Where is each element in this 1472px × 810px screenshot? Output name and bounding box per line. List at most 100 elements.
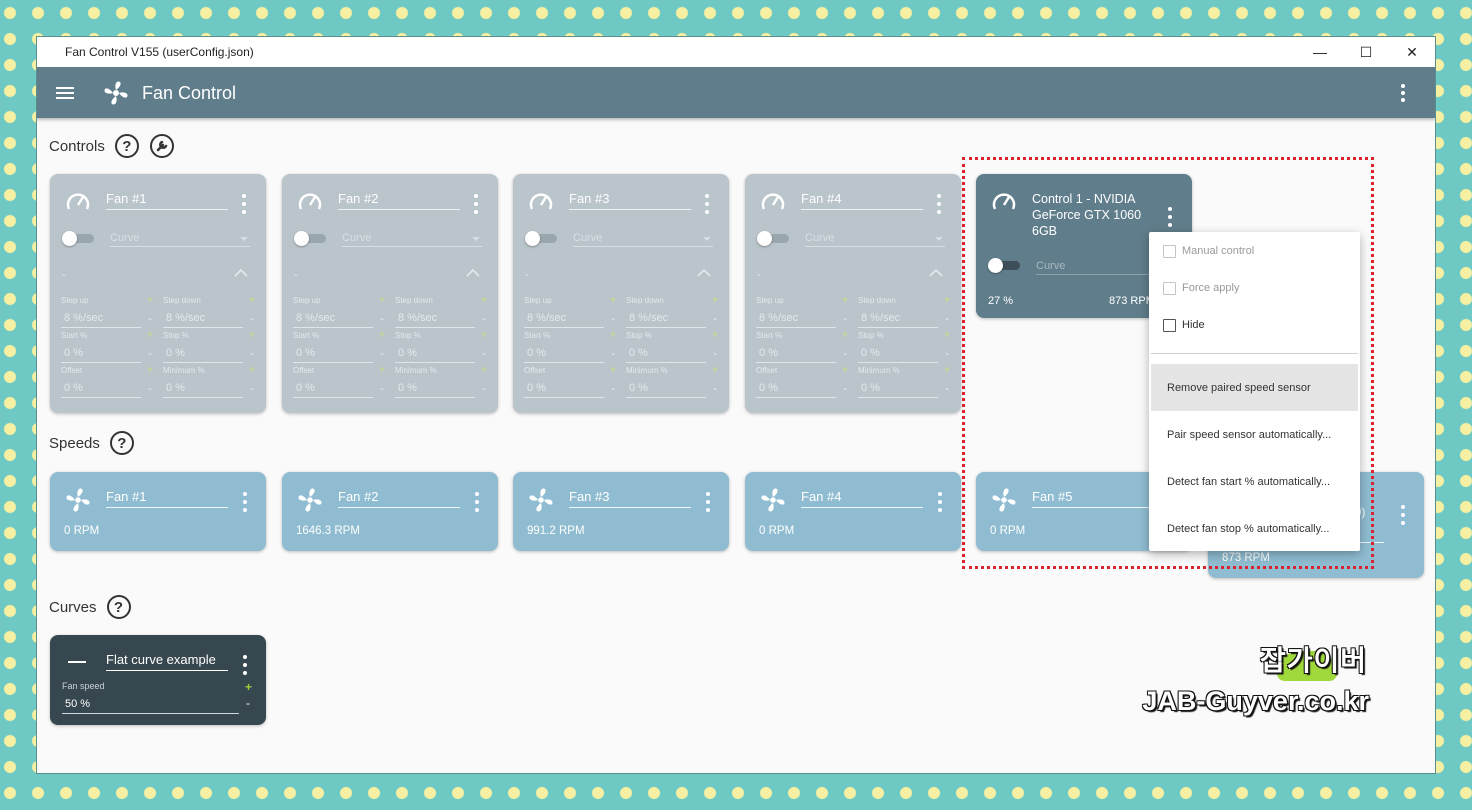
speed-card-fan-3[interactable]: Fan #3 991.2 RPM [513,472,729,551]
enable-toggle[interactable] [525,231,559,246]
fan-speed-value[interactable]: 50 % [65,698,90,710]
param-value[interactable]: 0 % [296,382,315,394]
speed-menu-icon[interactable] [705,492,711,512]
curve-select[interactable]: Curve [342,232,482,247]
param-value[interactable]: 0 % [166,347,185,359]
param-offset[interactable]: Offset +0 % - [756,365,848,401]
speed-card-fan-2[interactable]: Fan #2 1646.3 RPM [282,472,498,551]
decrease-button[interactable]: - [482,383,486,395]
control-menu-icon[interactable] [473,194,479,214]
speed-menu-icon[interactable] [1400,505,1406,525]
speed-menu-icon[interactable] [242,492,248,512]
control-name[interactable]: Fan #3 [569,191,691,210]
decrease-button[interactable]: - [843,383,847,395]
param-minimum[interactable]: Minimum % +0 % - [395,365,487,401]
param-step-down[interactable]: Step down +8 %/sec - [626,295,718,331]
param-step-up[interactable]: Step up +8 %/sec - [756,295,848,331]
decrease-button[interactable]: - [250,383,254,395]
curves-help-icon[interactable]: ? [106,595,131,619]
param-value[interactable]: 8 %/sec [759,312,798,324]
decrease-button[interactable]: - [945,313,949,325]
control-card-fan-3[interactable]: Fan #3 Curve - Step up +8 %/sec - Step down +8 … [513,174,729,413]
param-start[interactable]: Start % +0 % - [61,330,153,366]
param-offset[interactable]: Offset +0 % - [61,365,153,401]
param-value[interactable]: 0 % [629,347,648,359]
param-value[interactable]: 8 %/sec [166,312,205,324]
increase-button[interactable]: + [712,330,718,341]
increase-button[interactable]: + [481,365,487,376]
speeds-help-icon[interactable]: ? [109,431,134,455]
control-card-fan-2[interactable]: Fan #2 Curve - Step up +8 %/sec - Step down +8 … [282,174,498,413]
decrease-button[interactable]: - [713,348,717,360]
control-name[interactable]: Fan #2 [338,191,460,210]
decrease-button[interactable]: - [380,383,384,395]
param-step-up[interactable]: Step up +8 %/sec - [524,295,616,331]
decrease-button[interactable]: - [713,313,717,325]
param-step-up[interactable]: Step up +8 %/sec - [293,295,385,331]
param-value[interactable]: 0 % [759,347,778,359]
decrease-button[interactable]: - [148,383,152,395]
param-value[interactable]: 0 % [861,382,880,394]
speed-card-fan-4[interactable]: Fan #4 0 RPM [745,472,961,551]
speed-name[interactable]: Fan #4 [801,489,923,508]
enable-toggle[interactable] [294,231,328,246]
increase-button[interactable]: + [379,295,385,306]
enable-toggle[interactable] [757,231,791,246]
curve-select[interactable]: Curve [573,232,713,247]
curve-menu-icon[interactable] [242,655,248,675]
param-minimum[interactable]: Minimum % +0 % - [858,365,950,401]
param-value[interactable]: 8 %/sec [629,312,668,324]
param-minimum[interactable]: Minimum % +0 % - [626,365,718,401]
decrease-button[interactable]: - [148,313,152,325]
maximize-button[interactable]: ☐ [1343,37,1389,67]
increase-button[interactable]: + [249,365,255,376]
speed-menu-icon[interactable] [937,492,943,512]
control-card-fan-4[interactable]: Fan #4 Curve - Step up +8 %/sec - Step down +8 … [745,174,961,413]
decrease-button[interactable]: - [380,313,384,325]
speed-name[interactable]: Fan #2 [338,489,460,508]
speed-card-fan-1[interactable]: Fan #1 0 RPM [50,472,266,551]
close-button[interactable]: ✕ [1389,37,1435,67]
increase-button[interactable]: + [379,365,385,376]
param-start[interactable]: Start % +0 % - [756,330,848,366]
enable-toggle[interactable] [62,231,96,246]
control-menu-icon[interactable] [936,194,942,214]
minimize-button[interactable]: — [1297,37,1343,67]
decrease-button[interactable]: - [713,383,717,395]
param-stop[interactable]: Stop % +0 % - [858,330,950,366]
param-value[interactable]: 0 % [398,382,417,394]
increase-button[interactable]: + [249,295,255,306]
speed-menu-icon[interactable] [474,492,480,512]
param-value[interactable]: 8 %/sec [296,312,335,324]
increase-button[interactable]: + [610,295,616,306]
control-menu-icon[interactable] [241,194,247,214]
increase-button[interactable]: + [610,330,616,341]
increase-button[interactable]: + [712,295,718,306]
decrease-button[interactable]: - [945,348,949,360]
curve-card-flat[interactable]: Flat curve example Fan speed + 50 % - [50,635,266,725]
more-options-icon[interactable] [1391,81,1415,105]
param-offset[interactable]: Offset +0 % - [293,365,385,401]
decrease-button[interactable]: - [380,348,384,360]
decrease-button[interactable]: - [945,383,949,395]
param-value[interactable]: 0 % [629,382,648,394]
decrease-button[interactable]: - [611,313,615,325]
increase-button[interactable]: + [379,330,385,341]
increase-button[interactable]: + [481,295,487,306]
increase-button[interactable]: + [842,295,848,306]
param-minimum[interactable]: Minimum % +0 % - [163,365,255,401]
increase-button[interactable]: + [610,365,616,376]
controls-help-icon[interactable]: ? [114,134,139,158]
decrease-button[interactable]: - [250,313,254,325]
param-stop[interactable]: Stop % +0 % - [395,330,487,366]
control-menu-icon[interactable] [704,194,710,214]
param-value[interactable]: 0 % [861,347,880,359]
decrease-button[interactable]: - [843,313,847,325]
increase-button[interactable]: + [944,365,950,376]
param-value[interactable]: 0 % [64,382,83,394]
param-value[interactable]: 8 %/sec [398,312,437,324]
control-name[interactable]: Fan #1 [106,191,228,210]
param-value[interactable]: 0 % [759,382,778,394]
chevron-up-icon[interactable] [234,268,248,278]
param-value[interactable]: 0 % [166,382,185,394]
